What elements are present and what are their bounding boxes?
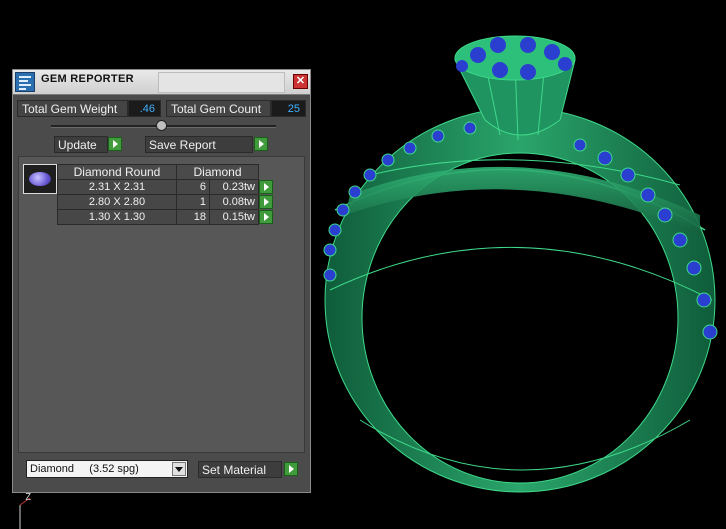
material-select-value: Diamond (3.52 spg) — [30, 463, 139, 475]
slider-thumb[interactable] — [156, 120, 167, 131]
gem-count: 18 — [176, 209, 210, 225]
gem-size: 2.80 X 2.80 — [57, 194, 177, 210]
gem-weight: 0.15tw — [209, 209, 259, 225]
titlebar[interactable]: GEM REPORTER ✕ — [13, 70, 310, 95]
table-row[interactable]: 2.31 X 2.31 6 0.23tw — [57, 179, 274, 195]
axis-z-label: Z — [25, 492, 32, 503]
set-material-go-icon[interactable] — [284, 462, 298, 476]
row-go-icon[interactable] — [259, 210, 273, 224]
total-gem-weight-label: Total Gem Weight — [17, 100, 128, 117]
table-row[interactable]: 2.80 X 2.80 1 0.08tw — [57, 194, 274, 210]
total-gem-count-label: Total Gem Count — [166, 100, 271, 117]
save-report-button[interactable]: Save Report — [145, 136, 253, 153]
material-select[interactable]: Diamond (3.52 spg) — [26, 460, 188, 478]
gem-size: 1.30 X 1.30 — [57, 209, 177, 225]
set-material-button[interactable]: Set Material — [198, 461, 282, 478]
save-report-go-icon[interactable] — [254, 137, 268, 151]
gem-count: 6 — [176, 179, 210, 195]
header-material: Diamond — [176, 164, 259, 180]
table-row[interactable]: 1.30 X 1.30 18 0.15tw — [57, 209, 274, 225]
gem-reporter-icon — [15, 72, 35, 92]
gem-table: Diamond Round Diamond 2.31 X 2.31 6 0.23… — [57, 164, 274, 225]
gem-table-header: Diamond Round Diamond — [57, 164, 274, 180]
row-go-icon[interactable] — [259, 180, 273, 194]
header-shape: Diamond Round — [57, 164, 177, 180]
gem-reporter-panel: GEM REPORTER ✕ Total Gem Weight .46 Tota… — [12, 69, 311, 493]
round-gem-icon[interactable] — [23, 164, 57, 194]
gem-size: 2.31 X 2.31 — [57, 179, 177, 195]
close-icon[interactable]: ✕ — [293, 74, 308, 89]
total-gem-count-value: 25 — [271, 100, 306, 117]
update-go-icon[interactable] — [108, 137, 122, 151]
gem-weight: 0.23tw — [209, 179, 259, 195]
title-drag-area[interactable] — [158, 72, 285, 93]
ring-model[interactable] — [323, 35, 718, 493]
update-button[interactable]: Update — [54, 136, 108, 153]
panel-title: GEM REPORTER — [41, 73, 134, 85]
gem-list-area: Diamond Round Diamond 2.31 X 2.31 6 0.23… — [18, 156, 305, 453]
gem-count: 1 — [176, 194, 210, 210]
chevron-down-icon[interactable] — [172, 462, 186, 476]
gem-weight: 0.08tw — [209, 194, 259, 210]
total-gem-weight-value: .46 — [128, 100, 161, 117]
row-go-icon[interactable] — [259, 195, 273, 209]
